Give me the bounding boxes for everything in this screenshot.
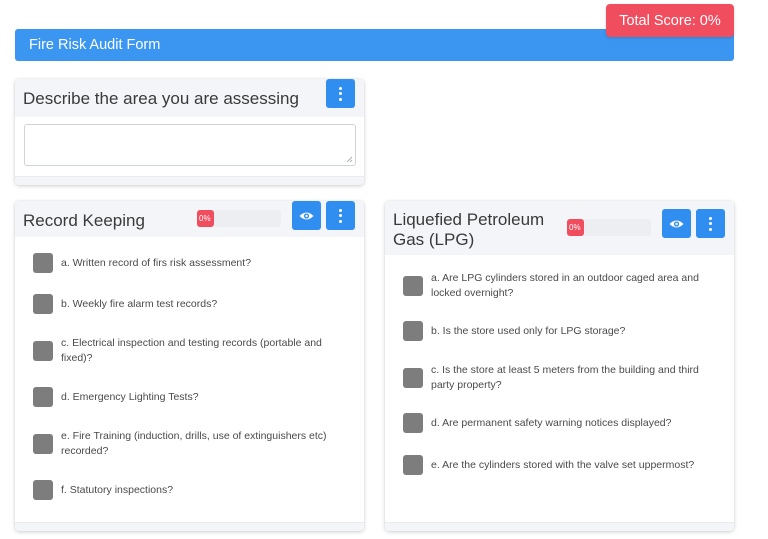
total-score-badge: Total Score: 0% [606, 4, 734, 37]
record-keeping-card: Record Keeping 0% a. Written record of f… [15, 201, 364, 531]
kebab-menu-icon [339, 208, 342, 223]
question-text: a. Are LPG cylinders stored in an outdoo… [431, 272, 699, 299]
record-keeping-progress-label: 0% [199, 214, 211, 223]
question-item: e. Fire Training (induction, drills, use… [33, 429, 353, 458]
lpg-view-button[interactable] [662, 209, 691, 238]
lpg-card: Liquefied Petroleum Gas (LPG) 0% a. Are … [385, 201, 734, 531]
lpg-title: Liquefied Petroleum Gas (LPG) [393, 210, 545, 249]
question-item: f. Statutory inspections? [33, 480, 353, 500]
question-checkbox[interactable] [403, 367, 423, 388]
question-checkbox[interactable] [403, 455, 423, 475]
form-title: Fire Risk Audit Form [29, 37, 161, 53]
question-item: c. Electrical inspection and testing rec… [33, 336, 343, 365]
area-menu-button[interactable] [326, 79, 355, 108]
question-checkbox[interactable] [33, 387, 53, 407]
question-item: a. Written record of firs risk assessmen… [33, 253, 353, 273]
area-card-footer [15, 176, 364, 185]
kebab-menu-icon [709, 216, 712, 231]
question-text: f. Statutory inspections? [61, 483, 174, 496]
question-item: c. Is the store at least 5 meters from t… [403, 363, 713, 392]
record-keeping-title: Record Keeping [23, 211, 145, 230]
question-text: b. Is the store used only for LPG storag… [431, 324, 626, 337]
resize-grip-icon[interactable] [346, 156, 353, 163]
question-text: d. Are permanent safety warning notices … [431, 416, 672, 429]
lpg-menu-button[interactable] [696, 209, 725, 238]
lpg-progress-label: 0% [569, 223, 581, 232]
question-checkbox[interactable] [33, 340, 53, 361]
question-item: d. Emergency Lighting Tests? [33, 387, 353, 407]
question-checkbox[interactable] [403, 413, 423, 433]
lpg-footer [385, 522, 734, 531]
question-item: a. Are LPG cylinders stored in an outdoo… [403, 271, 723, 300]
question-text: e. Are the cylinders stored with the val… [431, 458, 695, 471]
question-checkbox[interactable] [403, 321, 423, 341]
question-checkbox[interactable] [33, 433, 53, 454]
kebab-menu-icon [339, 86, 342, 101]
eye-icon [669, 220, 684, 227]
question-item: b. Is the store used only for LPG storag… [403, 321, 723, 341]
question-text: d. Emergency Lighting Tests? [61, 390, 199, 403]
lpg-progress: 0% [567, 219, 651, 236]
question-checkbox[interactable] [403, 275, 423, 296]
area-description-input[interactable] [24, 124, 356, 166]
question-checkbox[interactable] [33, 294, 53, 314]
area-card-title: Describe the area you are assessing [23, 89, 299, 108]
question-text: a. Written record of firs risk assessmen… [61, 256, 252, 269]
question-text: c. Is the store at least 5 meters from t… [431, 364, 699, 391]
question-checkbox[interactable] [33, 253, 53, 273]
record-keeping-footer [15, 522, 364, 531]
record-keeping-progress: 0% [197, 210, 281, 227]
eye-icon [299, 212, 314, 219]
question-text: b. Weekly fire alarm test records? [61, 297, 218, 310]
question-item: e. Are the cylinders stored with the val… [403, 455, 723, 475]
record-keeping-menu-button[interactable] [326, 201, 355, 230]
question-text: c. Electrical inspection and testing rec… [61, 337, 322, 364]
question-item: d. Are permanent safety warning notices … [403, 413, 723, 433]
area-card: Describe the area you are assessing [15, 79, 364, 185]
question-text: e. Fire Training (induction, drills, use… [61, 430, 327, 457]
question-item: b. Weekly fire alarm test records? [33, 294, 353, 314]
record-keeping-view-button[interactable] [292, 201, 321, 230]
question-checkbox[interactable] [33, 480, 53, 500]
